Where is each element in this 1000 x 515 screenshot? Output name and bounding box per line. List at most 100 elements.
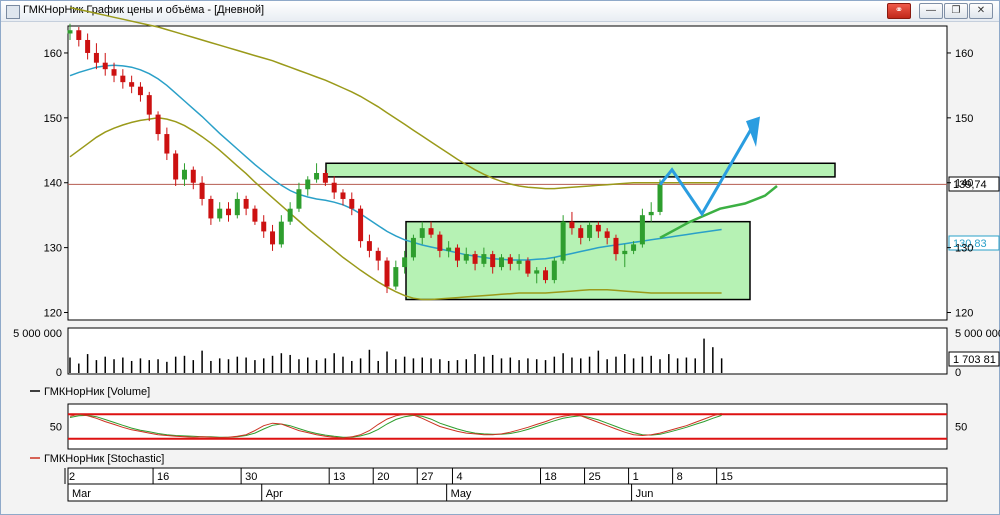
candle-body [384, 260, 390, 287]
candle-body [437, 234, 443, 251]
candle-body [217, 208, 223, 219]
candle-body [234, 198, 240, 216]
price-tick-label-left: 140 [44, 178, 62, 190]
date-day-label: 15 [721, 471, 733, 483]
candle-body [543, 270, 549, 281]
date-day-label: 30 [245, 471, 257, 483]
candle-body [76, 30, 82, 40]
candle-body [551, 260, 557, 281]
volume-tick-label-left: 0 [56, 367, 62, 379]
stochastic-pane [67, 403, 948, 450]
candle-body [226, 208, 232, 216]
candle-body [516, 260, 522, 264]
candle-body [111, 69, 117, 76]
candle-body [419, 228, 425, 238]
candle-body [208, 198, 214, 219]
candle-body [569, 221, 575, 229]
candle-body [648, 211, 654, 216]
candle-body [639, 215, 645, 245]
price-tick-label-right: 150 [955, 113, 973, 125]
date-month-label: Jun [636, 488, 654, 500]
date-day-label: 1 [633, 471, 639, 483]
resistance-zone [325, 162, 836, 178]
candle-body [102, 62, 108, 70]
candle-body [93, 52, 99, 63]
candle-body [261, 221, 267, 232]
candle-body [428, 228, 434, 235]
candle-body [578, 228, 584, 238]
candle-body [340, 192, 346, 199]
candle-body [507, 257, 513, 264]
candle-body [314, 173, 320, 180]
candle-body [67, 30, 73, 34]
price-tick-label-left: 120 [44, 308, 62, 320]
candle-body [243, 198, 249, 209]
candle-body [481, 254, 487, 264]
date-day-label: 13 [333, 471, 345, 483]
candle-body [252, 208, 258, 222]
candle-body [331, 182, 337, 193]
candle-body [181, 169, 187, 180]
price-tick-label-right: 120 [955, 308, 973, 320]
candle-body [587, 224, 593, 238]
candle-body [490, 254, 496, 268]
candle-body [560, 221, 566, 261]
date-day-label: 2 [69, 471, 75, 483]
candle-body [287, 208, 293, 222]
date-month-label: Mar [72, 488, 91, 500]
candle-body [454, 247, 460, 261]
candle-body [164, 134, 170, 154]
candle-body [393, 267, 399, 287]
candle-body [525, 260, 531, 274]
price-tick-label-right: 160 [955, 48, 973, 60]
stochastic-tick-label-right: 50 [955, 422, 967, 434]
date-day-label: 4 [456, 471, 462, 483]
candle-body [155, 114, 161, 135]
candle-body [631, 244, 637, 251]
candle-body [534, 270, 540, 274]
candle-body [199, 182, 205, 199]
price-tick-label-left: 130 [44, 243, 62, 255]
candle-body [305, 179, 311, 190]
volume-tick-label-left: 5 000 000 [13, 328, 62, 340]
volume-tick-label-right: 5 000 000 [955, 328, 1000, 340]
candle-body [402, 257, 408, 268]
candle-body [85, 39, 91, 53]
date-day-label: 25 [589, 471, 601, 483]
volume-pane-label: ГМКНорНик [Volume] [44, 386, 150, 398]
candle-body [322, 173, 328, 183]
price-tick-label-right: 130 [955, 243, 973, 255]
price-tick-label-right: 140 [955, 178, 973, 190]
candle-body [613, 237, 619, 255]
candle-body [595, 224, 601, 232]
price-tick-label-left: 150 [44, 113, 62, 125]
candle-body [120, 75, 126, 83]
date-month-label: Apr [266, 488, 283, 500]
volume-value-label: 1 703 81 [953, 354, 996, 366]
candle-body [349, 198, 355, 209]
candle-body [146, 95, 152, 115]
date-day-label: 20 [377, 471, 389, 483]
candle-body [472, 254, 478, 264]
date-day-label: 8 [677, 471, 683, 483]
candle-body [410, 237, 416, 258]
candle-body [446, 247, 452, 251]
candle-body [622, 250, 628, 255]
candle-body [129, 82, 135, 87]
date-day-label: 18 [545, 471, 557, 483]
volume-tick-label-right: 0 [955, 367, 961, 379]
candle-body [278, 221, 284, 245]
chart-canvas: ГМКНорНик [Volume] ГМКНорНик [Stochastic… [13, 6, 1000, 502]
stochastic-tick-label-left: 50 [50, 422, 62, 434]
candle-body [270, 231, 276, 245]
date-day-label: 16 [157, 471, 169, 483]
price-tick-label-left: 160 [44, 48, 62, 60]
candle-body [173, 153, 179, 180]
candle-body [358, 208, 364, 242]
candle-body [137, 86, 143, 96]
stochastic-pane-label: ГМКНорНик [Stochastic] [44, 453, 164, 465]
candle-body [604, 231, 610, 238]
candle-body [190, 169, 196, 183]
candle-body [498, 257, 504, 268]
candle-body [366, 241, 372, 251]
